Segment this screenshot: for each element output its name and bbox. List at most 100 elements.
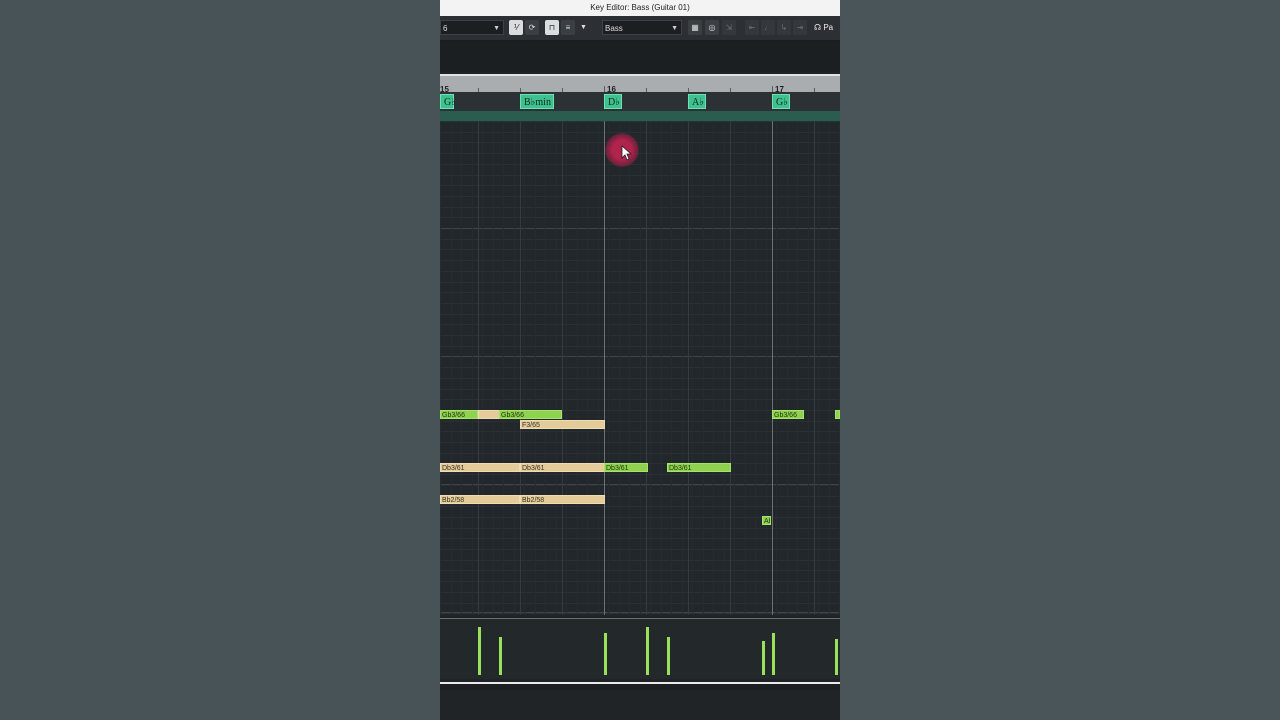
velocity-bar[interactable]: [762, 641, 765, 675]
note-event[interactable]: Gb3/66: [499, 410, 562, 419]
note-event[interactable]: Db3/61: [440, 463, 520, 472]
velocity-bar[interactable]: [646, 627, 649, 675]
quantize-preset-select[interactable]: 6 ▼: [440, 20, 504, 35]
beat-line: [814, 121, 815, 615]
sub-beat-line: [755, 121, 756, 615]
chord-event[interactable]: G♭: [772, 94, 790, 109]
velocity-bar[interactable]: [667, 637, 670, 675]
snap-icon[interactable]: ⊓: [545, 20, 559, 35]
sub-beat-line: [681, 121, 683, 615]
note-event[interactable]: Gb3/66: [772, 410, 804, 419]
sub-beat-line: [839, 121, 840, 615]
chord-event[interactable]: A♭: [688, 94, 706, 109]
sub-beat-line: [545, 121, 546, 615]
status-area: [440, 690, 840, 720]
grid-icon[interactable]: ▦: [688, 20, 702, 35]
chord-assist-button[interactable]: ☊ Pa: [814, 20, 840, 35]
pointer-icon: [621, 145, 633, 161]
sub-beat-line: [450, 121, 452, 615]
sub-beat-line: [776, 121, 777, 615]
velocity-lane[interactable]: [440, 618, 840, 679]
note-event[interactable]: [835, 410, 840, 419]
velocity-bar[interactable]: [772, 633, 775, 675]
sub-beat-line: [534, 121, 536, 615]
right-background: [840, 0, 1280, 720]
tempo-icon[interactable]: ◎: [705, 20, 719, 35]
sub-beat-line: [440, 121, 441, 615]
chevron-down-icon: ▼: [493, 25, 500, 32]
note-grid[interactable]: Gb3/66 Gb3/66 F3/65 Db3/61 Db3/61 Db3/61 Db3/6…: [440, 121, 840, 615]
audio-icon[interactable]: ⇲: [722, 20, 736, 35]
sub-beat-line: [660, 121, 662, 615]
chord-lane: [440, 111, 840, 121]
loop-icon[interactable]: ⟳: [525, 20, 539, 35]
note-event[interactable]: Db3/61: [604, 463, 648, 472]
bar-line: [604, 121, 605, 615]
chord-event[interactable]: B♭min: [520, 94, 554, 109]
beat-line: [688, 121, 689, 615]
chord-event[interactable]: D♭: [604, 94, 622, 109]
note-event[interactable]: [478, 410, 500, 419]
note-event[interactable]: Gb3/66: [440, 410, 478, 419]
chord-assist-icon: ☊: [814, 23, 822, 32]
track-select-value: Bass: [605, 24, 623, 33]
sub-beat-line: [629, 121, 630, 615]
velocity-bar[interactable]: [604, 633, 607, 675]
chord-event[interactable]: G♭: [440, 94, 456, 109]
info-line: [440, 41, 840, 72]
note-event[interactable]: Bb2/58: [440, 495, 520, 504]
sub-beat-line: [608, 121, 609, 615]
note-event[interactable]: Db3/61: [520, 463, 605, 472]
track-select[interactable]: Bass ▼: [602, 20, 682, 35]
horizontal-scrollbar[interactable]: [440, 682, 840, 690]
arrow-icon[interactable]: ↳: [777, 20, 791, 35]
sub-beat-line: [702, 121, 704, 615]
key-editor-window: Key Editor: Bass (Guitar 01) 6 ▼ ⅟ ⟳ ⊓ ≡…: [440, 0, 840, 720]
chevron-down-icon: ▼: [671, 25, 678, 32]
sub-beat-line: [744, 121, 746, 615]
sub-beat-line: [566, 121, 567, 615]
step-record-icon[interactable]: ⇤: [745, 20, 759, 35]
mouse-cursor-highlight: [605, 133, 639, 167]
sub-beat-line: [650, 121, 651, 615]
window-title: Key Editor: Bass (Guitar 01): [440, 0, 840, 16]
sub-beat-line: [671, 121, 672, 615]
sub-beat-line: [555, 121, 557, 615]
sub-beat-line: [828, 121, 830, 615]
list-icon[interactable]: ≡: [561, 20, 575, 35]
velocity-bar[interactable]: [478, 627, 481, 675]
sub-beat-line: [765, 121, 767, 615]
dropdown-icon[interactable]: ▼: [580, 20, 590, 35]
sub-beat-line: [503, 121, 504, 615]
beat-line: [646, 121, 647, 615]
sub-beat-line: [692, 121, 693, 615]
sub-beat-line: [713, 121, 714, 615]
quantize-icon[interactable]: ⅟: [509, 20, 523, 35]
bar-line: [772, 121, 773, 615]
beat-line: [730, 121, 731, 615]
ruler[interactable]: 15 16 17: [440, 74, 840, 94]
sub-beat-line: [723, 121, 725, 615]
sub-beat-line: [524, 121, 525, 615]
ladder-icon[interactable]: ⇥: [793, 20, 807, 35]
note-event[interactable]: Db3/61: [667, 463, 731, 472]
note-icon[interactable]: ♩: [761, 20, 775, 35]
sub-beat-line: [618, 121, 620, 615]
left-background: [0, 0, 440, 720]
panel-label: Pa: [823, 23, 834, 32]
note-event[interactable]: F3/65: [520, 420, 605, 429]
sub-beat-line: [492, 121, 494, 615]
sub-beat-line: [807, 121, 809, 615]
sub-beat-line: [818, 121, 819, 615]
sub-beat-line: [482, 121, 483, 615]
sub-beat-line: [597, 121, 599, 615]
note-event[interactable]: Bb2/58: [520, 495, 605, 504]
sub-beat-line: [471, 121, 473, 615]
chord-track: G♭ B♭min D♭ A♭ G♭: [440, 92, 840, 111]
velocity-bar[interactable]: [499, 637, 502, 675]
velocity-bar[interactable]: [835, 639, 838, 675]
note-event[interactable]: Ab: [762, 516, 771, 525]
toolbar: 6 ▼ ⅟ ⟳ ⊓ ≡ ▼ Bass ▼ ▦ ◎ ⇲ ⇤ ♩ ↳ ⇥ ☊ Pa: [440, 16, 840, 41]
sub-beat-line: [639, 121, 641, 615]
sub-beat-line: [461, 121, 462, 615]
